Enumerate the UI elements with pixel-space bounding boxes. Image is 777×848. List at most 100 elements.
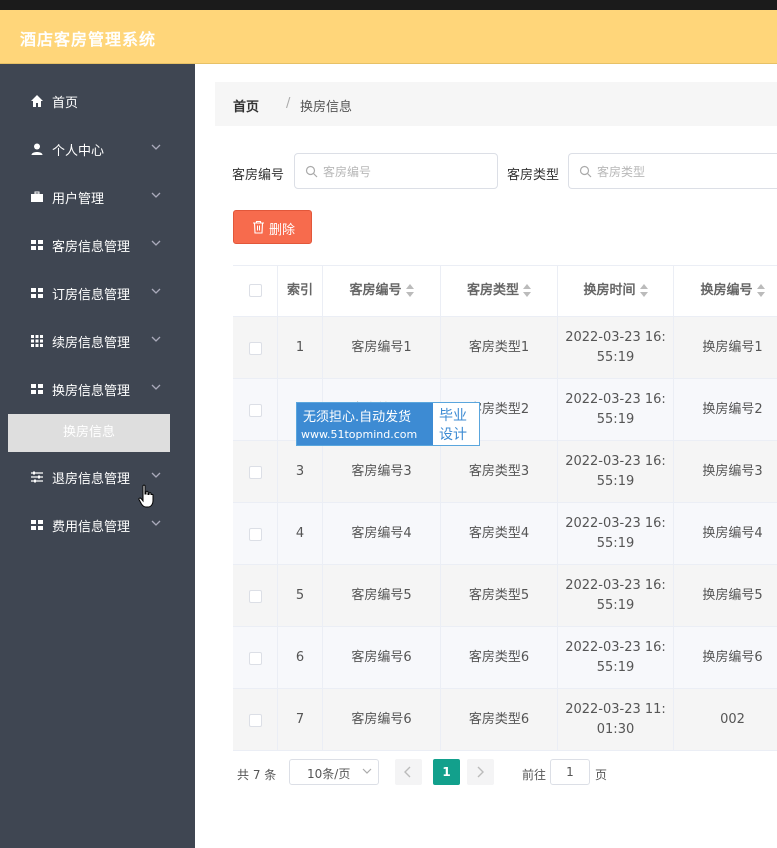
cell-room-no: 客房编号6 [323,627,441,689]
delete-button-label: 删除 [269,223,296,238]
sidebar-item-label: 订房信息管理 [52,288,131,303]
table-row[interactable]: 5 客房编号5 客房类型5 2022-03-23 16: 55:19 换房编号5 [233,565,777,627]
cell-change-no: 换房编号6 [674,627,777,689]
cell-index: 7 [278,689,323,751]
table-row[interactable]: 7 客房编号6 客房类型6 2022-03-23 11: 01:30 002 [233,689,777,751]
room-type-field[interactable] [568,153,777,189]
column-room-no[interactable]: 客房编号 [323,266,441,316]
cell-room-type: 客房类型6 [441,689,558,751]
chevron-down-icon [151,288,161,294]
row-checkbox[interactable] [248,713,262,727]
watermark-line2: www.51topmind.com [301,428,418,441]
room-type-label: 客房类型 [507,168,560,183]
sidebar-item-user-management[interactable]: 用户管理 [0,173,195,221]
cell-time-line2: 55:19 [596,598,635,613]
chevron-right-icon [477,766,484,778]
row-select-cell [233,441,278,503]
column-header-label: 索引 [286,283,313,298]
cell-room-type: 客房类型3 [441,441,558,503]
row-checkbox[interactable] [248,403,262,417]
cell-index: 1 [278,317,323,379]
sidebar-item-home[interactable]: 首页 [0,77,195,125]
cell-room-type: 客房类型5 [441,565,558,627]
row-checkbox[interactable] [248,589,262,603]
sidebar-item-personal-center[interactable]: 个人中心 [0,125,195,173]
home-icon [31,95,43,107]
sidebar-item-fee-info[interactable]: 费用信息管理 [0,501,195,549]
cell-change-no: 换房编号5 [674,565,777,627]
row-checkbox[interactable] [248,341,262,355]
watermark-banner: 无须担心.自动发货 www.51topmind.com 毕业 设计 [296,402,480,446]
table-header: 索引 客房编号 客房类型 换房时间 换房编号 [233,265,777,317]
sidebar-item-booking-info[interactable]: 订房信息管理 [0,269,195,317]
row-checkbox[interactable] [248,651,262,665]
chevron-down-icon [151,144,161,150]
table-row[interactable]: 4 客房编号4 客房类型4 2022-03-23 16: 55:19 换房编号4 [233,503,777,565]
room-type-input[interactable] [597,162,747,182]
delete-button[interactable]: 删除 [233,210,312,244]
cell-time-line1: 2022-03-23 16: [565,330,666,345]
chevron-down-icon [362,768,372,774]
room-no-field[interactable] [294,153,498,189]
row-checkbox[interactable] [248,527,262,541]
cell-room-type: 客房类型4 [441,503,558,565]
table-row[interactable]: 6 客房编号6 客房类型6 2022-03-23 16: 55:19 换房编号6 [233,627,777,689]
room-change-table: 索引 客房编号 客房类型 换房时间 换房编号 1 客房编号1 客房类型1 2022-0… [233,265,777,751]
watermark-line1: 无须担心.自动发货 [303,410,412,425]
table-row[interactable]: 1 客房编号1 客房类型1 2022-03-23 16: 55:19 换房编号1 [233,317,777,379]
row-checkbox[interactable] [248,465,262,479]
select-all-checkbox[interactable] [248,284,262,297]
column-change-time[interactable]: 换房时间 [558,266,674,316]
row-select-cell [233,689,278,751]
cell-index: 3 [278,441,323,503]
breadcrumb-separator: / [286,96,291,111]
current-page-button[interactable]: 1 [433,759,460,785]
hand-cursor-icon [138,484,154,508]
briefcase-icon [31,191,43,202]
sidebar-item-label: 首页 [52,96,79,111]
cell-room-type: 客房类型1 [441,317,558,379]
apps-icon [31,335,43,347]
sidebar: 首页 个人中心 用户管理 客房信息管理 订房信息管理 续房信息管理 换房信息管理… [0,64,195,848]
cell-time-line1: 2022-03-23 16: [565,454,666,469]
cell-time-line1: 2022-03-23 16: [565,640,666,655]
watermark-left-panel: 无须担心.自动发货 www.51topmind.com [297,403,433,445]
sidebar-item-room-info[interactable]: 客房信息管理 [0,221,195,269]
cell-time-line2: 55:19 [596,660,635,675]
breadcrumb-home[interactable]: 首页 [233,96,259,115]
column-header-label: 换房时间 [583,283,636,298]
chevron-down-icon [151,336,161,342]
select-all-cell [233,266,278,316]
column-room-type[interactable]: 客房类型 [441,266,558,316]
sidebar-item-room-change-info[interactable]: 换房信息管理 [0,365,195,413]
column-change-no[interactable]: 换房编号 [674,266,777,316]
page-suffix: 页 [595,768,608,782]
goto-page-input[interactable]: 1 [550,759,590,785]
sort-icon[interactable] [523,283,531,298]
chevron-down-icon [151,192,161,198]
sort-icon[interactable] [756,283,765,298]
cell-time-line1: 2022-03-23 11: [565,702,666,717]
cell-change-time: 2022-03-23 16: 55:19 [558,441,674,503]
page-size-select[interactable]: 10条/页 [289,759,379,785]
sidebar-item-renewal-info[interactable]: 续房信息管理 [0,317,195,365]
pagination-total: 共 7 条 [237,768,277,782]
cell-change-time: 2022-03-23 16: 55:19 [558,627,674,689]
sort-icon[interactable] [639,283,648,298]
sidebar-item-checkout-info[interactable]: 退房信息管理 [0,453,195,501]
submenu-item-room-change[interactable]: 换房信息 [8,414,170,452]
sort-icon[interactable] [405,283,414,298]
row-select-cell [233,565,278,627]
cell-room-no: 客房编号3 [323,441,441,503]
cell-time-line1: 2022-03-23 16: [565,516,666,531]
cell-room-no: 客房编号1 [323,317,441,379]
cell-time-line2: 55:19 [596,412,635,427]
prev-page-button[interactable] [395,759,422,785]
cell-room-no: 客房编号5 [323,565,441,627]
search-icon [579,165,592,178]
chevron-down-icon [151,472,161,478]
table-row[interactable]: 3 客房编号3 客房类型3 2022-03-23 16: 55:19 换房编号3 [233,441,777,503]
room-no-input[interactable] [323,162,473,182]
next-page-button[interactable] [467,759,494,785]
column-index: 索引 [278,266,323,316]
